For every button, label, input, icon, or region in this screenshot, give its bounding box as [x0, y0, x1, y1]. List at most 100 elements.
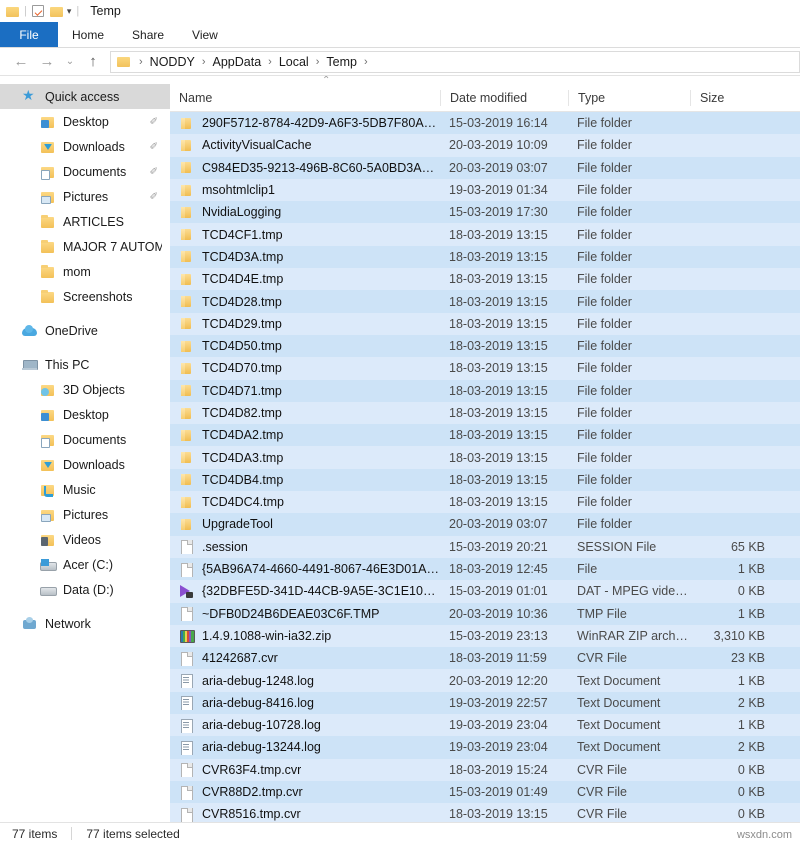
table-row[interactable]: .session15-03-2019 20:21SESSION File65 K… — [170, 536, 800, 558]
table-row[interactable]: aria-debug-8416.log19-03-2019 22:57Text … — [170, 692, 800, 714]
table-row[interactable]: aria-debug-1248.log20-03-2019 12:20Text … — [170, 669, 800, 691]
sidebar-item-pictures[interactable]: Pictures✐ — [0, 184, 170, 209]
cell-size: 0 KB — [690, 584, 778, 598]
sidebar-item-quick-access[interactable]: Quick access — [0, 84, 170, 109]
table-row[interactable]: TCD4DB4.tmp18-03-2019 13:15File folder — [170, 469, 800, 491]
table-row[interactable]: TCD4D4E.tmp18-03-2019 13:15File folder — [170, 268, 800, 290]
table-row[interactable]: msohtmlclip119-03-2019 01:34File folder — [170, 179, 800, 201]
sidebar-item-pictures[interactable]: Pictures — [0, 502, 170, 527]
sidebar-item-mom[interactable]: mom — [0, 259, 170, 284]
breadcrumb-appdata[interactable]: AppData — [213, 55, 262, 69]
sidebar-item-network[interactable]: Network — [0, 611, 170, 636]
table-row[interactable]: TCD4DA2.tmp18-03-2019 13:15File folder — [170, 424, 800, 446]
sidebar-item-downloads[interactable]: Downloads✐ — [0, 134, 170, 159]
table-row[interactable]: 1.4.9.1088-win-ia32.zip15-03-2019 23:13W… — [170, 625, 800, 647]
table-row[interactable]: TCD4D29.tmp18-03-2019 13:15File folder — [170, 313, 800, 335]
cell-name: TCD4D28.tmp — [170, 294, 440, 309]
table-row[interactable]: TCD4D70.tmp18-03-2019 13:15File folder — [170, 357, 800, 379]
table-row[interactable]: {32DBFE5D-341D-44CB-9A5E-3C1E1053...15-0… — [170, 580, 800, 602]
sidebar-item-screenshots[interactable]: Screenshots — [0, 284, 170, 309]
column-header-type[interactable]: Type — [568, 90, 690, 106]
new-folder-icon[interactable] — [50, 6, 63, 17]
sidebar-item-desktop[interactable]: Desktop✐ — [0, 109, 170, 134]
sidebar-item-acer-c[interactable]: Acer (C:) — [0, 552, 170, 577]
cell-date-modified: 15-03-2019 16:14 — [440, 116, 568, 130]
sidebar-item-documents[interactable]: Documents — [0, 427, 170, 452]
sidebar-item-major-7-automat[interactable]: MAJOR 7 AUTOMAT — [0, 234, 170, 259]
folder-icon[interactable] — [6, 6, 19, 17]
table-row[interactable]: TCD4CF1.tmp18-03-2019 13:15File folder — [170, 223, 800, 245]
breadcrumb[interactable]: › NODDY › AppData › Local › Temp › — [110, 51, 800, 73]
arrow-up-icon[interactable]: ↑ — [80, 54, 106, 69]
cell-date-modified: 18-03-2019 13:15 — [440, 384, 568, 398]
table-row[interactable]: TCD4D82.tmp18-03-2019 13:15File folder — [170, 402, 800, 424]
table-row[interactable]: TCD4D28.tmp18-03-2019 13:15File folder — [170, 290, 800, 312]
sidebar-item-videos[interactable]: Videos — [0, 527, 170, 552]
table-row[interactable]: TCD4DC4.tmp18-03-2019 13:15File folder — [170, 491, 800, 513]
table-row[interactable]: 290F5712-8784-42D9-A6F3-5DB7F80A0C...15-… — [170, 112, 800, 134]
column-header-date-modified[interactable]: Date modified — [440, 90, 568, 106]
table-row[interactable]: 41242687.cvr18-03-2019 11:59CVR File23 K… — [170, 647, 800, 669]
table-row[interactable]: UpgradeTool20-03-2019 03:07File folder — [170, 513, 800, 535]
cell-type: File folder — [568, 361, 690, 375]
folder-3d-icon — [40, 382, 56, 398]
table-row[interactable]: C984ED35-9213-496B-8C60-5A0BD3A29...20-0… — [170, 157, 800, 179]
table-row[interactable]: aria-debug-13244.log19-03-2019 23:04Text… — [170, 736, 800, 758]
ascending-caret-icon[interactable]: ⌃ — [322, 76, 330, 86]
table-row[interactable]: TCD4D50.tmp18-03-2019 13:15File folder — [170, 335, 800, 357]
cell-type: CVR File — [568, 651, 690, 665]
breadcrumb-local[interactable]: Local — [279, 55, 309, 69]
arrow-left-icon[interactable]: ← — [8, 54, 34, 69]
table-row[interactable]: CVR63F4.tmp.cvr18-03-2019 15:24CVR File0… — [170, 759, 800, 781]
pin-icon[interactable]: ✐ — [150, 191, 158, 202]
cell-name: TCD4DA3.tmp — [170, 450, 440, 465]
breadcrumb-temp[interactable]: Temp — [326, 55, 357, 69]
chevron-down-icon[interactable]: ▾ — [67, 7, 72, 16]
table-row[interactable]: TCD4D71.tmp18-03-2019 13:15File folder — [170, 380, 800, 402]
pin-icon[interactable]: ✐ — [150, 141, 158, 152]
cell-date-modified: 18-03-2019 13:15 — [440, 428, 568, 442]
cell-type: Text Document — [568, 740, 690, 754]
tab-home[interactable]: Home — [58, 22, 118, 47]
table-row[interactable]: ActivityVisualCache20-03-2019 10:09File … — [170, 134, 800, 156]
sidebar-item-this-pc[interactable]: This PC — [0, 352, 170, 377]
table-row[interactable]: {5AB96A74-4660-4491-8067-46E3D01A6...18-… — [170, 558, 800, 580]
sidebar-item-downloads[interactable]: Downloads — [0, 452, 170, 477]
sidebar-item-articles[interactable]: ARTICLES — [0, 209, 170, 234]
tab-file[interactable]: File — [0, 22, 58, 47]
sidebar-item-documents[interactable]: Documents✐ — [0, 159, 170, 184]
column-header-name[interactable]: Name — [170, 90, 440, 106]
checkbox-icon[interactable] — [32, 5, 44, 17]
file-list-pane[interactable]: ⌃ Name Date modified Type Size 290F5712-… — [170, 76, 800, 826]
column-headers: Name Date modified Type Size — [170, 85, 800, 112]
text-document-icon — [179, 673, 194, 688]
table-row[interactable]: TCD4DA3.tmp18-03-2019 13:15File folder — [170, 446, 800, 468]
sidebar-item-onedrive[interactable]: OneDrive — [0, 318, 170, 343]
pin-icon[interactable]: ✐ — [150, 166, 158, 177]
pin-icon[interactable]: ✐ — [150, 116, 158, 127]
cell-date-modified: 18-03-2019 15:24 — [440, 763, 568, 777]
breadcrumb-noddy[interactable]: NODDY — [150, 55, 195, 69]
file-icon — [179, 785, 194, 800]
column-header-size[interactable]: Size — [690, 90, 778, 106]
sidebar-item-3d-objects[interactable]: 3D Objects — [0, 377, 170, 402]
navigation-pane[interactable]: Quick accessDesktop✐Downloads✐Documents✐… — [0, 76, 170, 826]
cell-type: File folder — [568, 317, 690, 331]
sidebar-item-desktop[interactable]: Desktop — [0, 402, 170, 427]
table-row[interactable]: aria-debug-10728.log19-03-2019 23:04Text… — [170, 714, 800, 736]
arrow-right-icon[interactable]: → — [34, 54, 60, 69]
file-name-label: C984ED35-9213-496B-8C60-5A0BD3A29... — [202, 161, 440, 175]
sidebar-item-data-d[interactable]: Data (D:) — [0, 577, 170, 602]
tab-view[interactable]: View — [178, 22, 232, 47]
cell-name: {32DBFE5D-341D-44CB-9A5E-3C1E1053... — [170, 584, 440, 599]
zip-archive-icon — [179, 628, 194, 643]
chevron-down-icon[interactable]: ⌄ — [60, 57, 80, 67]
table-row[interactable]: NvidiaLogging15-03-2019 17:30File folder — [170, 201, 800, 223]
sidebar-item-music[interactable]: Music — [0, 477, 170, 502]
tab-share[interactable]: Share — [118, 22, 178, 47]
table-row[interactable]: ~DFB0D24B6DEAE03C6F.TMP20-03-2019 10:36T… — [170, 603, 800, 625]
table-row[interactable]: CVR88D2.tmp.cvr15-03-2019 01:49CVR File0… — [170, 781, 800, 803]
folder-icon — [40, 239, 56, 255]
title-bar: | ▾ | Temp — [0, 0, 800, 22]
table-row[interactable]: TCD4D3A.tmp18-03-2019 13:15File folder — [170, 246, 800, 268]
